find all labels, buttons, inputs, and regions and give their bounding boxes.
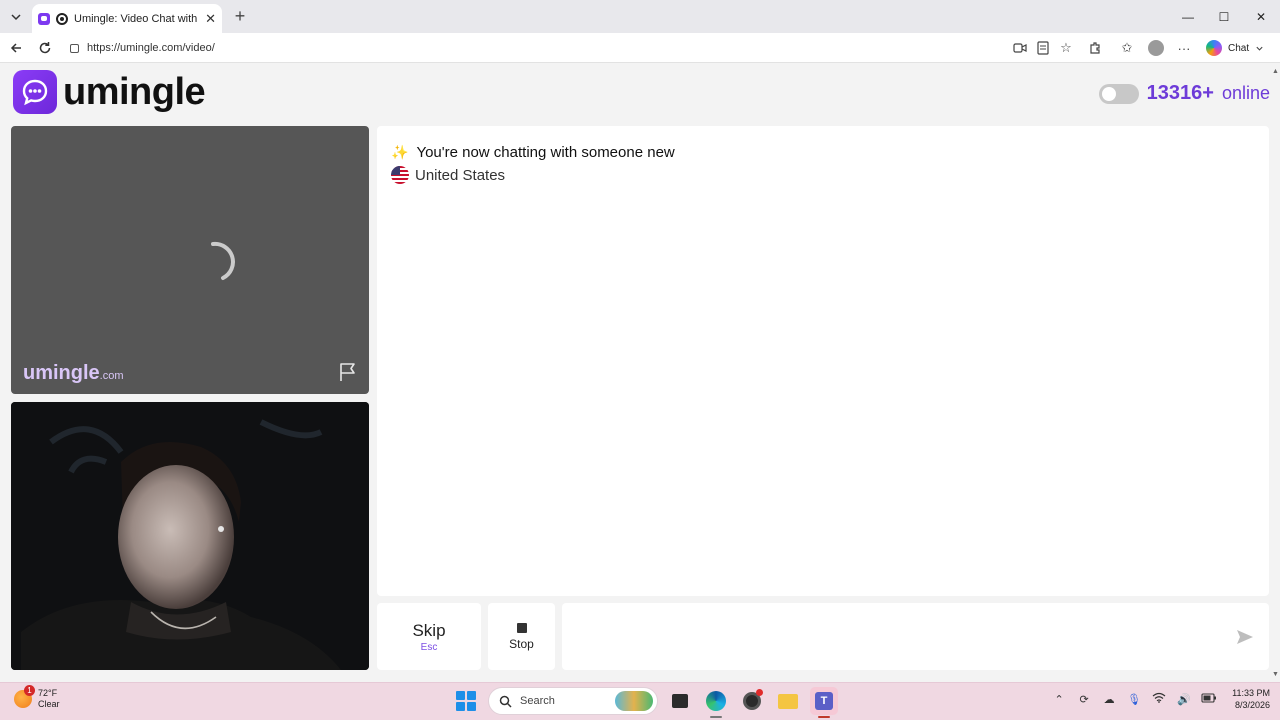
stop-icon: [516, 622, 527, 633]
favorites-icon[interactable]: ✩: [1118, 39, 1136, 57]
scroll-down-icon[interactable]: ▼: [1272, 671, 1279, 678]
search-icon: [499, 695, 512, 708]
umingle-watermark: umingle.com: [23, 362, 124, 385]
url-text: https://umingle.com/video/: [87, 42, 215, 54]
wifi-icon[interactable]: [1151, 692, 1167, 706]
send-icon[interactable]: [1235, 627, 1255, 647]
stop-button[interactable]: Stop: [488, 603, 555, 670]
browser-toolbar: https://umingle.com/video/ ☆ ✩ ··· Chat: [0, 33, 1280, 63]
skip-label: Skip: [412, 620, 446, 640]
weather-temperature: 72°F: [38, 688, 58, 698]
umingle-logo[interactable]: umingle: [13, 70, 206, 114]
weather-sun-icon: 1: [14, 685, 35, 708]
page: umingle 13316+ online umingle.com ✨ You'…: [0, 64, 1280, 682]
tab-umingle[interactable]: Umingle: Video Chat with Stra ✕: [32, 4, 222, 33]
taskbar-apps: Search T: [452, 687, 838, 718]
show-hidden-icons-chevron-icon[interactable]: ⌃: [1051, 693, 1067, 706]
sync-icon[interactable]: ⟳: [1076, 693, 1092, 706]
loading-spinner-icon: [211, 241, 235, 280]
more-menu-icon[interactable]: ···: [1175, 39, 1193, 57]
minimize-button[interactable]: —: [1170, 0, 1206, 33]
close-tab-icon[interactable]: ✕: [205, 11, 216, 27]
page-scrollbar[interactable]: ▲ ▼: [1270, 64, 1280, 682]
profile-avatar[interactable]: [1147, 39, 1165, 57]
report-flag-icon[interactable]: [337, 361, 359, 383]
system-message: ✨ You're now chatting with someone new: [391, 144, 675, 161]
stop-label: Stop: [509, 636, 534, 651]
logo-text: umingle: [63, 70, 206, 113]
new-tab-button[interactable]: +: [230, 6, 250, 26]
watermark-domain: .com: [99, 370, 124, 382]
back-button[interactable]: [6, 38, 26, 58]
windows-logo-icon: [456, 691, 476, 711]
system-message-text: You're now chatting with someone new: [416, 144, 675, 161]
weather-widget[interactable]: 1 72°F Clear: [14, 685, 60, 710]
system-tray: ⌃ ⟳ ☁ 🎙 🔊 11:33 PM 8/3/2026: [1051, 687, 1270, 711]
site-info-icon[interactable]: [70, 43, 79, 53]
copilot-chat-button[interactable]: Chat: [1206, 40, 1264, 56]
tab-strip: Umingle: Video Chat with Stra ✕ + — ☐ ✕: [0, 0, 1280, 33]
online-label: online: [1221, 83, 1270, 103]
chrome-app-icon[interactable]: [738, 687, 766, 715]
volume-icon[interactable]: 🔊: [1176, 693, 1192, 706]
skip-button[interactable]: Skip Esc: [377, 603, 481, 670]
country-text: United States: [415, 166, 506, 184]
umingle-favicon-icon: [38, 12, 50, 25]
theme-toggle[interactable]: [1098, 83, 1139, 104]
clock-date: 8/3/2026: [1234, 700, 1270, 710]
edge-browser-icon[interactable]: [702, 687, 730, 718]
us-flag-icon: [391, 166, 409, 184]
refresh-button[interactable]: [35, 38, 55, 58]
self-video: [11, 402, 369, 670]
tab-title: Umingle: Video Chat with Stra: [74, 12, 199, 25]
microphone-icon[interactable]: 🎙: [1126, 693, 1142, 706]
chat-panel: ✨ You're now chatting with someone new U…: [377, 126, 1269, 596]
skip-shortcut: Esc: [420, 641, 438, 653]
online-status: 13316+ online: [1098, 82, 1270, 105]
recording-icon: [56, 12, 68, 25]
online-count: 13316+: [1146, 82, 1214, 104]
clock[interactable]: 11:33 PM 8/3/2026: [1232, 687, 1270, 711]
camera-permission-icon[interactable]: [1011, 39, 1029, 57]
teams-app-icon[interactable]: T: [810, 687, 838, 718]
copilot-icon: [1206, 40, 1222, 56]
chat-input[interactable]: [562, 603, 1212, 670]
taskbar-search[interactable]: Search: [488, 687, 658, 715]
clock-time: 11:33 PM: [1232, 688, 1270, 698]
watermark-text: umingle: [23, 362, 100, 384]
address-bar[interactable]: https://umingle.com/video/: [62, 36, 1036, 60]
search-label: Search: [520, 695, 555, 707]
weather-condition: Clear: [38, 699, 60, 709]
search-highlight-image: [615, 691, 653, 711]
file-explorer-dark-icon[interactable]: [666, 687, 694, 715]
tab-actions-chevron-icon[interactable]: [6, 7, 26, 27]
stranger-country: United States: [391, 166, 505, 184]
extensions-icon[interactable]: [1086, 39, 1104, 57]
start-button[interactable]: [452, 687, 480, 715]
webcam-feed-image: [11, 402, 369, 670]
stranger-video: umingle.com: [11, 126, 369, 394]
copilot-chat-label: Chat: [1228, 42, 1250, 54]
favorite-star-icon[interactable]: ☆: [1057, 39, 1075, 57]
chevron-down-icon: [1256, 46, 1263, 51]
chat-bubble-logo-icon: [13, 70, 57, 114]
chat-input-area: [562, 603, 1269, 670]
close-window-button[interactable]: ✕: [1243, 0, 1279, 33]
scroll-up-icon[interactable]: ▲: [1272, 68, 1279, 75]
battery-icon[interactable]: [1201, 692, 1217, 706]
taskbar: 1 72°F Clear Search T ⌃ ⟳ ☁ 🎙 🔊 11:33 PM…: [0, 682, 1280, 720]
maximize-button[interactable]: ☐: [1206, 0, 1242, 33]
notification-badge: 1: [24, 685, 35, 696]
sparkles-icon: ✨: [391, 144, 409, 160]
onedrive-cloud-icon[interactable]: ☁: [1101, 693, 1117, 706]
folder-icon[interactable]: [774, 687, 802, 715]
reader-view-icon[interactable]: [1034, 39, 1052, 57]
